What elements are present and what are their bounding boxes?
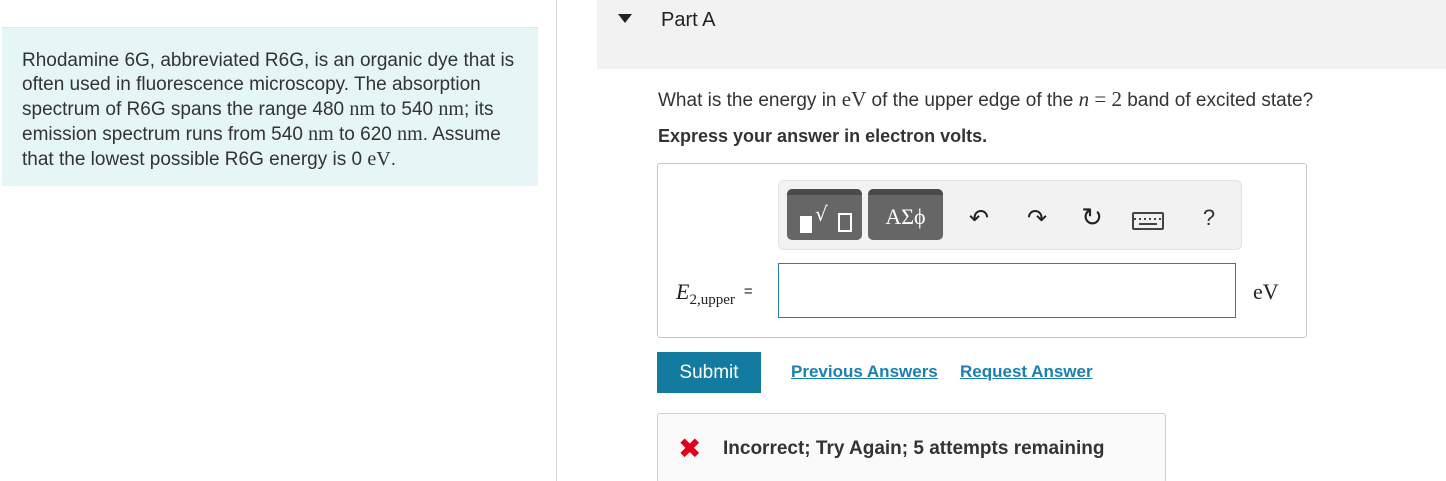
- unit-nm: nm: [438, 98, 464, 120]
- template-box-icon: [838, 213, 852, 232]
- unit-ev: eV: [367, 148, 391, 170]
- unit-nm: nm: [308, 123, 334, 145]
- greek-symbols-button[interactable]: ΑΣϕ: [868, 189, 943, 240]
- question-segment: What is the energy in: [658, 90, 842, 111]
- equation-value: = 2: [1089, 87, 1122, 111]
- template-square-icon: [800, 216, 812, 233]
- unit-nm: nm: [349, 98, 375, 120]
- problem-text: to 540: [374, 99, 439, 120]
- sqrt-icon: √: [815, 202, 828, 226]
- templates-button[interactable]: √: [787, 189, 862, 240]
- answer-input[interactable]: [778, 263, 1236, 318]
- incorrect-x-icon: ✖: [678, 432, 702, 465]
- unit-ev: eV: [841, 87, 867, 111]
- answer-variable-label: E2,upper =: [676, 279, 753, 308]
- variable-subscript: 2,upper: [689, 292, 735, 308]
- question-segment: band of excited state?: [1121, 90, 1314, 111]
- problem-column: Rhodamine 6G, abbreviated R6G, is an org…: [0, 0, 557, 481]
- problem-statement: Rhodamine 6G, abbreviated R6G, is an org…: [2, 27, 538, 186]
- keyboard-icon[interactable]: [1132, 212, 1164, 230]
- undo-icon[interactable]: ↶: [964, 203, 994, 233]
- problem-text: .: [390, 149, 396, 170]
- part-title[interactable]: Part A: [661, 9, 715, 32]
- question-segment: of the upper edge of the: [866, 90, 1079, 111]
- request-answer-link[interactable]: Request Answer: [960, 362, 1093, 382]
- math-toolbar: √ ΑΣϕ ↶ ↷ ↻ ?: [778, 180, 1242, 250]
- caret-down-icon[interactable]: [618, 14, 632, 23]
- feedback-box: ✖ Incorrect; Try Again; 5 attempts remai…: [657, 413, 1166, 481]
- part-header[interactable]: Part A: [597, 0, 1446, 69]
- problem-text: to 620: [333, 124, 398, 145]
- submit-button[interactable]: Submit: [657, 352, 761, 393]
- help-button[interactable]: ?: [1194, 203, 1224, 233]
- unit-nm: nm: [397, 123, 423, 145]
- variable-e: E: [676, 279, 690, 304]
- equals-sign: =: [743, 283, 753, 300]
- variable-n: n: [1078, 87, 1090, 111]
- feedback-message: Incorrect; Try Again; 5 attempts remaini…: [723, 438, 1105, 459]
- answer-instruction: Express your answer in electron volts.: [658, 126, 988, 146]
- previous-answers-link[interactable]: Previous Answers: [791, 362, 938, 382]
- answer-unit: eV: [1253, 279, 1279, 304]
- reset-icon[interactable]: ↻: [1077, 203, 1107, 233]
- redo-icon[interactable]: ↷: [1022, 203, 1052, 233]
- question-text: What is the energy in eV of the upper ed…: [658, 87, 1313, 112]
